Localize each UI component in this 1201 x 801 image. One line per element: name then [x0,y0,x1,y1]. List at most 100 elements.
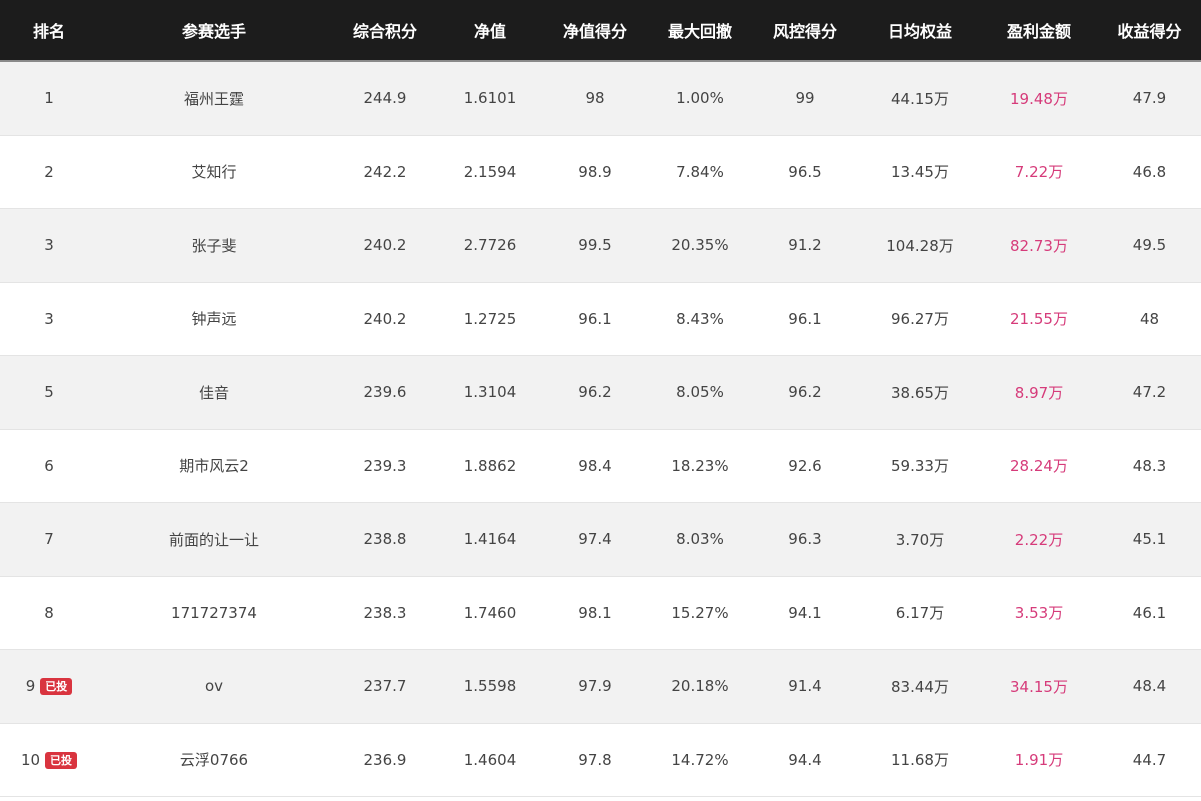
return-score: 45.1 [1132,530,1167,549]
header-composite-score[interactable]: 综合积分 [330,18,440,42]
composite-score: 238.3 [363,603,407,622]
avg-equity: 104.28万 [886,236,954,255]
table-row[interactable]: 8 171727374 238.3 1.7460 98.1 15.27% 94.1 6.17万… [0,576,1201,650]
table-row[interactable]: 3 钟声远 240.2 1.2725 96.1 8.43% 96.1 96.27万 21.55万… [0,282,1201,356]
table-row[interactable]: 7 前面的让一让 238.8 1.4164 97.4 8.03% 96.3 3.70万 2.22… [0,503,1201,577]
nav-value: 1.4164 [463,530,517,549]
return-score: 47.2 [1132,383,1167,402]
rank-cell: 8 [0,604,98,622]
header-nav[interactable]: 净值 [440,18,540,42]
table-body: 1 福州王霆 244.9 1.6101 98 1.00% 99 44.15万 19.48万 47.… [0,62,1201,797]
composite-score: 237.7 [363,677,407,696]
table-row[interactable]: 1 福州王霆 244.9 1.6101 98 1.00% 99 44.15万 19.48万 47.… [0,62,1201,136]
composite-score: 236.9 [363,750,407,769]
nav-value: 1.6101 [463,89,517,108]
avg-equity: 13.45万 [891,163,949,182]
max-drawdown: 18.23% [671,456,729,475]
risk-score: 96.3 [788,530,822,549]
profit-amount: 1.91万 [1014,751,1064,770]
risk-score: 91.2 [788,236,822,255]
table-row[interactable]: 5 佳音 239.6 1.3104 96.2 8.05% 96.2 38.65万 8.97万 47… [0,356,1201,430]
player-name: 钟声远 [191,310,237,329]
header-avg-equity[interactable]: 日均权益 [860,18,980,42]
rank-cell: 1 [0,89,98,107]
composite-score: 239.3 [363,456,407,475]
avg-equity: 11.68万 [891,751,949,770]
return-score: 46.8 [1132,162,1167,181]
risk-score: 99 [795,89,815,108]
invested-badge: 已投 [40,678,73,696]
rank-number: 8 [44,603,54,622]
nav-score: 98.9 [578,162,612,181]
composite-score: 242.2 [363,162,407,181]
max-drawdown: 8.05% [676,383,724,402]
avg-equity: 6.17万 [895,604,945,623]
profit-amount: 2.22万 [1014,530,1064,549]
max-drawdown: 15.27% [671,603,729,622]
player-name: 佳音 [198,383,229,402]
max-drawdown: 20.35% [671,236,729,255]
table-row[interactable]: 3 张子斐 240.2 2.7726 99.5 20.35% 91.2 104.28万 82.7… [0,209,1201,283]
rank-cell: 2 [0,163,98,181]
table-row[interactable]: 10 已投 云浮0766 236.9 1.4604 97.8 14.72% 94.4 11.68… [0,723,1201,797]
composite-score: 239.6 [363,383,407,402]
table-row[interactable]: 6 期市风云2 239.3 1.8862 98.4 18.23% 92.6 59.33万 28.… [0,429,1201,503]
avg-equity: 59.33万 [891,457,949,476]
rank-number: 10 [20,750,41,769]
rank-cell: 3 [0,236,98,254]
header-max-drawdown[interactable]: 最大回撤 [650,18,750,42]
rank-number: 6 [44,456,54,475]
rank-cell: 9 已投 [0,677,98,696]
header-risk-score[interactable]: 风控得分 [750,18,860,42]
rank-cell: 7 [0,530,98,548]
risk-score: 96.1 [788,309,822,328]
composite-score: 240.2 [363,236,407,255]
max-drawdown: 14.72% [671,750,729,769]
nav-value: 1.8862 [463,456,517,475]
nav-score: 97.4 [578,530,612,549]
nav-value: 1.2725 [463,309,517,328]
header-profit[interactable]: 盈利金额 [980,18,1098,42]
invested-badge: 已投 [45,751,78,769]
risk-score: 92.6 [788,456,822,475]
ranking-table: 排名 参赛选手 综合积分 净值 净值得分 最大回撤 风控得分 日均权益 盈利金额… [0,0,1201,797]
rank-number: 1 [44,89,54,108]
header-return-score[interactable]: 收益得分 [1098,18,1201,42]
max-drawdown: 20.18% [671,677,729,696]
player-name: 云浮0766 [179,751,249,770]
return-score: 44.7 [1132,750,1167,769]
profit-amount: 7.22万 [1014,163,1064,182]
table-row[interactable]: 9 已投 ov 237.7 1.5598 97.9 20.18% 91.4 83.44万 34.1… [0,650,1201,724]
player-name: 张子斐 [191,236,237,255]
profit-amount: 82.73万 [1010,236,1068,255]
nav-value: 1.7460 [463,603,517,622]
nav-value: 1.4604 [463,750,517,769]
header-rank[interactable]: 排名 [0,18,98,42]
return-score: 49.5 [1132,236,1167,255]
header-nav-score[interactable]: 净值得分 [540,18,650,42]
avg-equity: 3.70万 [895,530,945,549]
player-name: 期市风云2 [179,457,249,476]
nav-score: 97.9 [578,677,612,696]
return-score: 48.3 [1132,456,1167,475]
player-name: ov [204,677,224,696]
nav-score: 99.5 [578,236,612,255]
player-name: 171727374 [171,603,257,622]
player-name: 艾知行 [191,163,237,182]
nav-value: 1.3104 [463,383,517,402]
nav-score: 96.1 [578,309,612,328]
table-header: 排名 参赛选手 综合积分 净值 净值得分 最大回撤 风控得分 日均权益 盈利金额… [0,0,1201,62]
profit-amount: 3.53万 [1014,604,1064,623]
risk-score: 94.4 [788,750,822,769]
table-row[interactable]: 2 艾知行 242.2 2.1594 98.9 7.84% 96.5 13.45万 7.22万 4… [0,135,1201,209]
rank-number: 5 [44,383,54,402]
rank-cell: 10 已投 [0,751,98,769]
nav-score: 98.1 [578,603,612,622]
rank-number: 2 [44,162,54,181]
composite-score: 238.8 [363,530,407,549]
composite-score: 240.2 [363,309,407,328]
player-name: 前面的让一让 [168,530,259,549]
header-player[interactable]: 参赛选手 [98,18,330,42]
avg-equity: 38.65万 [891,383,949,402]
nav-score: 98.4 [578,456,612,475]
